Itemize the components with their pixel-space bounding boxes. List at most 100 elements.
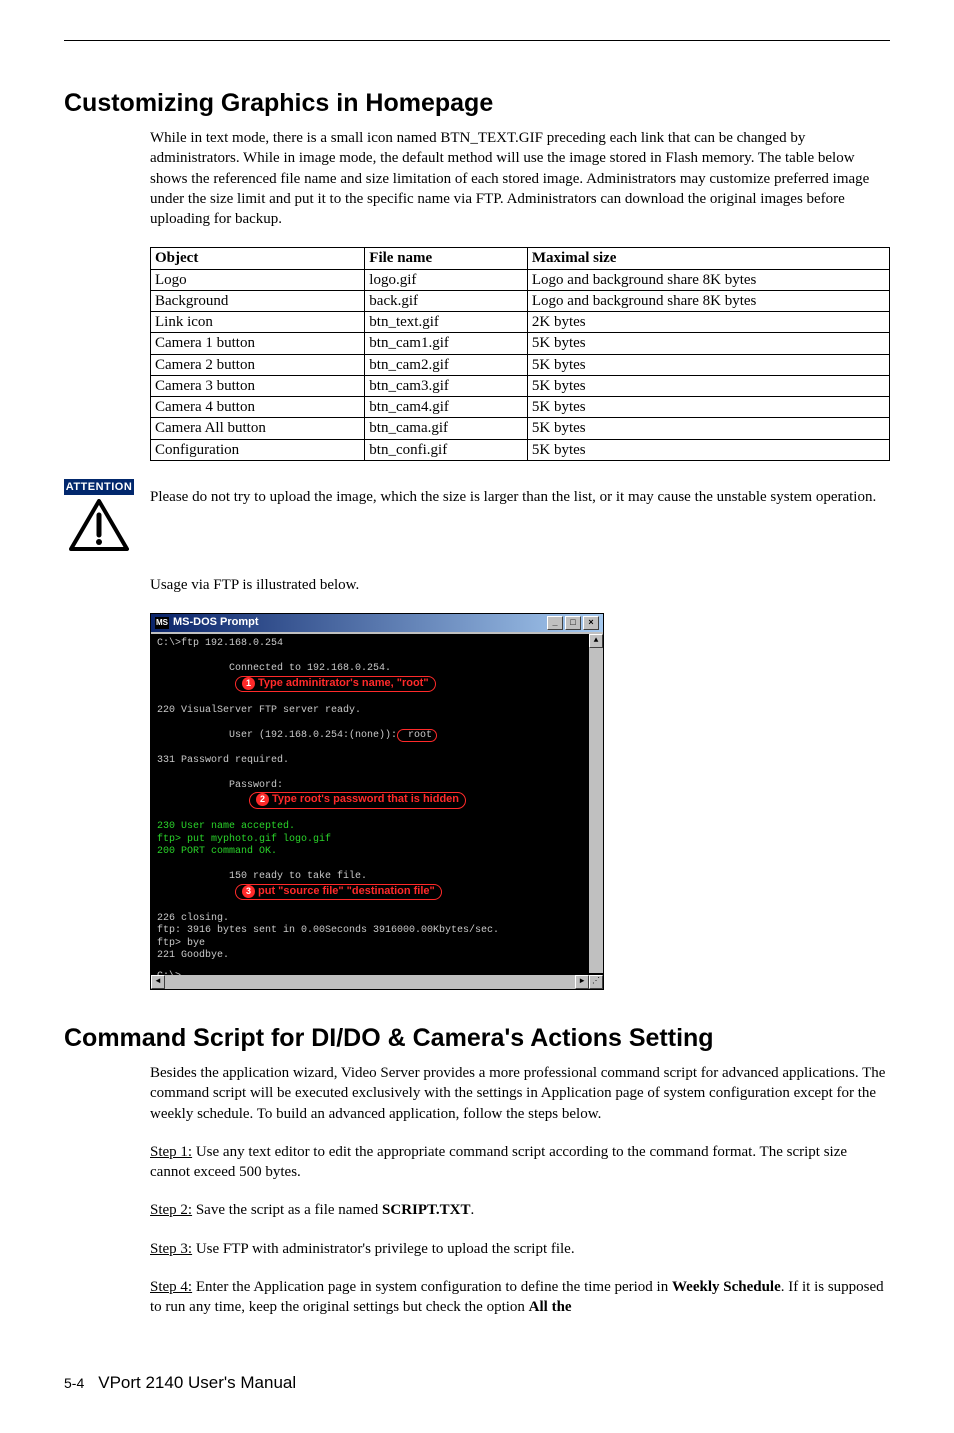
- cell-max: Logo and background share 8K bytes: [527, 290, 889, 311]
- table-row: Configuration btn_confi.gif 5K bytes: [151, 439, 890, 460]
- dos-line: 331 Password required.: [157, 755, 597, 768]
- cell-max: 5K bytes: [527, 375, 889, 396]
- dos-line: 230 User name accepted.: [157, 821, 597, 834]
- step-label: Step 3:: [150, 1241, 192, 1257]
- step-label: Step 1:: [150, 1144, 192, 1160]
- step-1: Step 1: Use any text editor to edit the …: [150, 1142, 890, 1183]
- attention-text: Please do not try to upload the image, w…: [150, 479, 890, 507]
- script-filename: SCRIPT.TXT: [382, 1202, 471, 1218]
- cell-max: 5K bytes: [527, 418, 889, 439]
- dos-line: Connected to 192.168.0.254. 1Type admini…: [157, 651, 597, 705]
- cell-file: btn_cama.gif: [365, 418, 528, 439]
- command-script-intro: Besides the application wizard, Video Se…: [150, 1063, 890, 1124]
- vertical-scrollbar[interactable]: ▲: [589, 634, 603, 973]
- cell-file: back.gif: [365, 290, 528, 311]
- cell-max: 5K bytes: [527, 439, 889, 460]
- horizontal-scrollbar[interactable]: ◄ ► ⋰: [151, 975, 603, 989]
- msdos-screenshot: MS MS-DOS Prompt _ □ × C:\>ftp 192.168.0…: [150, 613, 890, 990]
- all-the-bold: All the: [529, 1299, 572, 1315]
- cell-object: Camera 1 button: [151, 333, 365, 354]
- cell-object: Camera All button: [151, 418, 365, 439]
- minimize-button[interactable]: _: [547, 616, 563, 630]
- cell-max: Logo and background share 8K bytes: [527, 269, 889, 290]
- step-2: Step 2: Save the script as a file named …: [150, 1200, 890, 1220]
- dos-line: Password: 2Type root's password that is …: [157, 767, 597, 821]
- cell-object: Camera 4 button: [151, 397, 365, 418]
- table-row: Background back.gif Logo and background …: [151, 290, 890, 311]
- heading-command-script: Command Script for DI/DO & Camera's Acti…: [64, 1024, 890, 1053]
- annotation-text: Type root's password that is hidden: [272, 793, 459, 805]
- table-row: Logo logo.gif Logo and background share …: [151, 269, 890, 290]
- dos-line: User (192.168.0.254:(none)): root: [157, 717, 597, 755]
- cell-max: 2K bytes: [527, 312, 889, 333]
- table-row: Camera 1 button btn_cam1.gif 5K bytes: [151, 333, 890, 354]
- cell-max: 5K bytes: [527, 397, 889, 418]
- attention-icon: ATTENTION: [64, 479, 134, 551]
- step-label: Step 4:: [150, 1279, 192, 1295]
- attention-label: ATTENTION: [64, 479, 134, 495]
- dos-titlebar: MS MS-DOS Prompt _ □ ×: [151, 614, 603, 632]
- weekly-schedule-bold: Weekly Schedule: [672, 1279, 781, 1295]
- cell-file: btn_text.gif: [365, 312, 528, 333]
- table-header-row: Object File name Maximal size: [151, 248, 890, 269]
- dos-line: 226 closing.: [157, 913, 597, 926]
- table-row: Camera All button btn_cama.gif 5K bytes: [151, 418, 890, 439]
- cell-object: Background: [151, 290, 365, 311]
- cell-file: btn_cam1.gif: [365, 333, 528, 354]
- cell-file: btn_cam4.gif: [365, 397, 528, 418]
- usage-paragraph: Usage via FTP is illustrated below.: [150, 575, 890, 595]
- header-rule: [64, 40, 890, 41]
- annotation-number-icon: 1: [242, 677, 255, 690]
- cell-object: Camera 2 button: [151, 354, 365, 375]
- file-size-table: Object File name Maximal size Logo logo.…: [150, 247, 890, 461]
- table-row: Camera 4 button btn_cam4.gif 5K bytes: [151, 397, 890, 418]
- dos-line: 220 VisualServer FTP server ready.: [157, 705, 597, 718]
- annotation-number-icon: 2: [256, 793, 269, 806]
- scroll-up-icon[interactable]: ▲: [589, 634, 603, 648]
- dos-line: 221 Goodbye.: [157, 950, 597, 963]
- dos-system-icon: MS: [155, 617, 169, 629]
- warning-triangle-icon: [69, 499, 129, 551]
- step-label: Step 2:: [150, 1202, 192, 1218]
- maximize-button[interactable]: □: [565, 616, 581, 630]
- annotation-oval: root: [397, 729, 437, 742]
- cell-object: Configuration: [151, 439, 365, 460]
- table-row: Link icon btn_text.gif 2K bytes: [151, 312, 890, 333]
- table-row: Camera 2 button btn_cam2.gif 5K bytes: [151, 354, 890, 375]
- resize-grip-icon[interactable]: ⋰: [589, 975, 603, 989]
- cell-max: 5K bytes: [527, 333, 889, 354]
- dos-line: 150 ready to take file. 3put "source fil…: [157, 859, 597, 913]
- cell-file: btn_confi.gif: [365, 439, 528, 460]
- annotation-text: put "source file" "destination file": [258, 885, 435, 897]
- table-row: Camera 3 button btn_cam3.gif 5K bytes: [151, 375, 890, 396]
- step-3: Step 3: Use FTP with administrator's pri…: [150, 1239, 890, 1259]
- heading-customizing-graphics: Customizing Graphics in Homepage: [64, 89, 890, 118]
- th-max: Maximal size: [527, 248, 889, 269]
- annotation-text: Type adminitrator's name, "root": [258, 677, 429, 689]
- cell-file: btn_cam2.gif: [365, 354, 528, 375]
- cell-object: Link icon: [151, 312, 365, 333]
- cell-object: Camera 3 button: [151, 375, 365, 396]
- th-file: File name: [365, 248, 528, 269]
- close-button[interactable]: ×: [583, 616, 599, 630]
- dos-terminal-body: C:\>ftp 192.168.0.254 Connected to 192.1…: [151, 632, 603, 989]
- scroll-left-icon[interactable]: ◄: [151, 975, 165, 989]
- dos-title: MS-DOS Prompt: [173, 616, 259, 630]
- th-object: Object: [151, 248, 365, 269]
- cell-max: 5K bytes: [527, 354, 889, 375]
- cell-file: btn_cam3.gif: [365, 375, 528, 396]
- dos-line: 200 PORT command OK.: [157, 846, 597, 859]
- dos-line: ftp: 3916 bytes sent in 0.00Seconds 3916…: [157, 925, 597, 938]
- page-number: 5-4: [64, 1375, 84, 1391]
- cell-object: Logo: [151, 269, 365, 290]
- cell-file: logo.gif: [365, 269, 528, 290]
- manual-title: VPort 2140 User's Manual: [98, 1373, 296, 1393]
- dos-line: ftp> bye: [157, 938, 597, 951]
- page-footer: 5-4 VPort 2140 User's Manual: [64, 1373, 890, 1393]
- step-4: Step 4: Enter the Application page in sy…: [150, 1277, 890, 1318]
- dos-line: C:\>ftp 192.168.0.254: [157, 638, 597, 651]
- dos-line: ftp> put myphoto.gif logo.gif: [157, 834, 597, 847]
- annotation-number-icon: 3: [242, 885, 255, 898]
- scroll-right-icon[interactable]: ►: [575, 975, 589, 989]
- intro-paragraph: While in text mode, there is a small ico…: [150, 128, 890, 229]
